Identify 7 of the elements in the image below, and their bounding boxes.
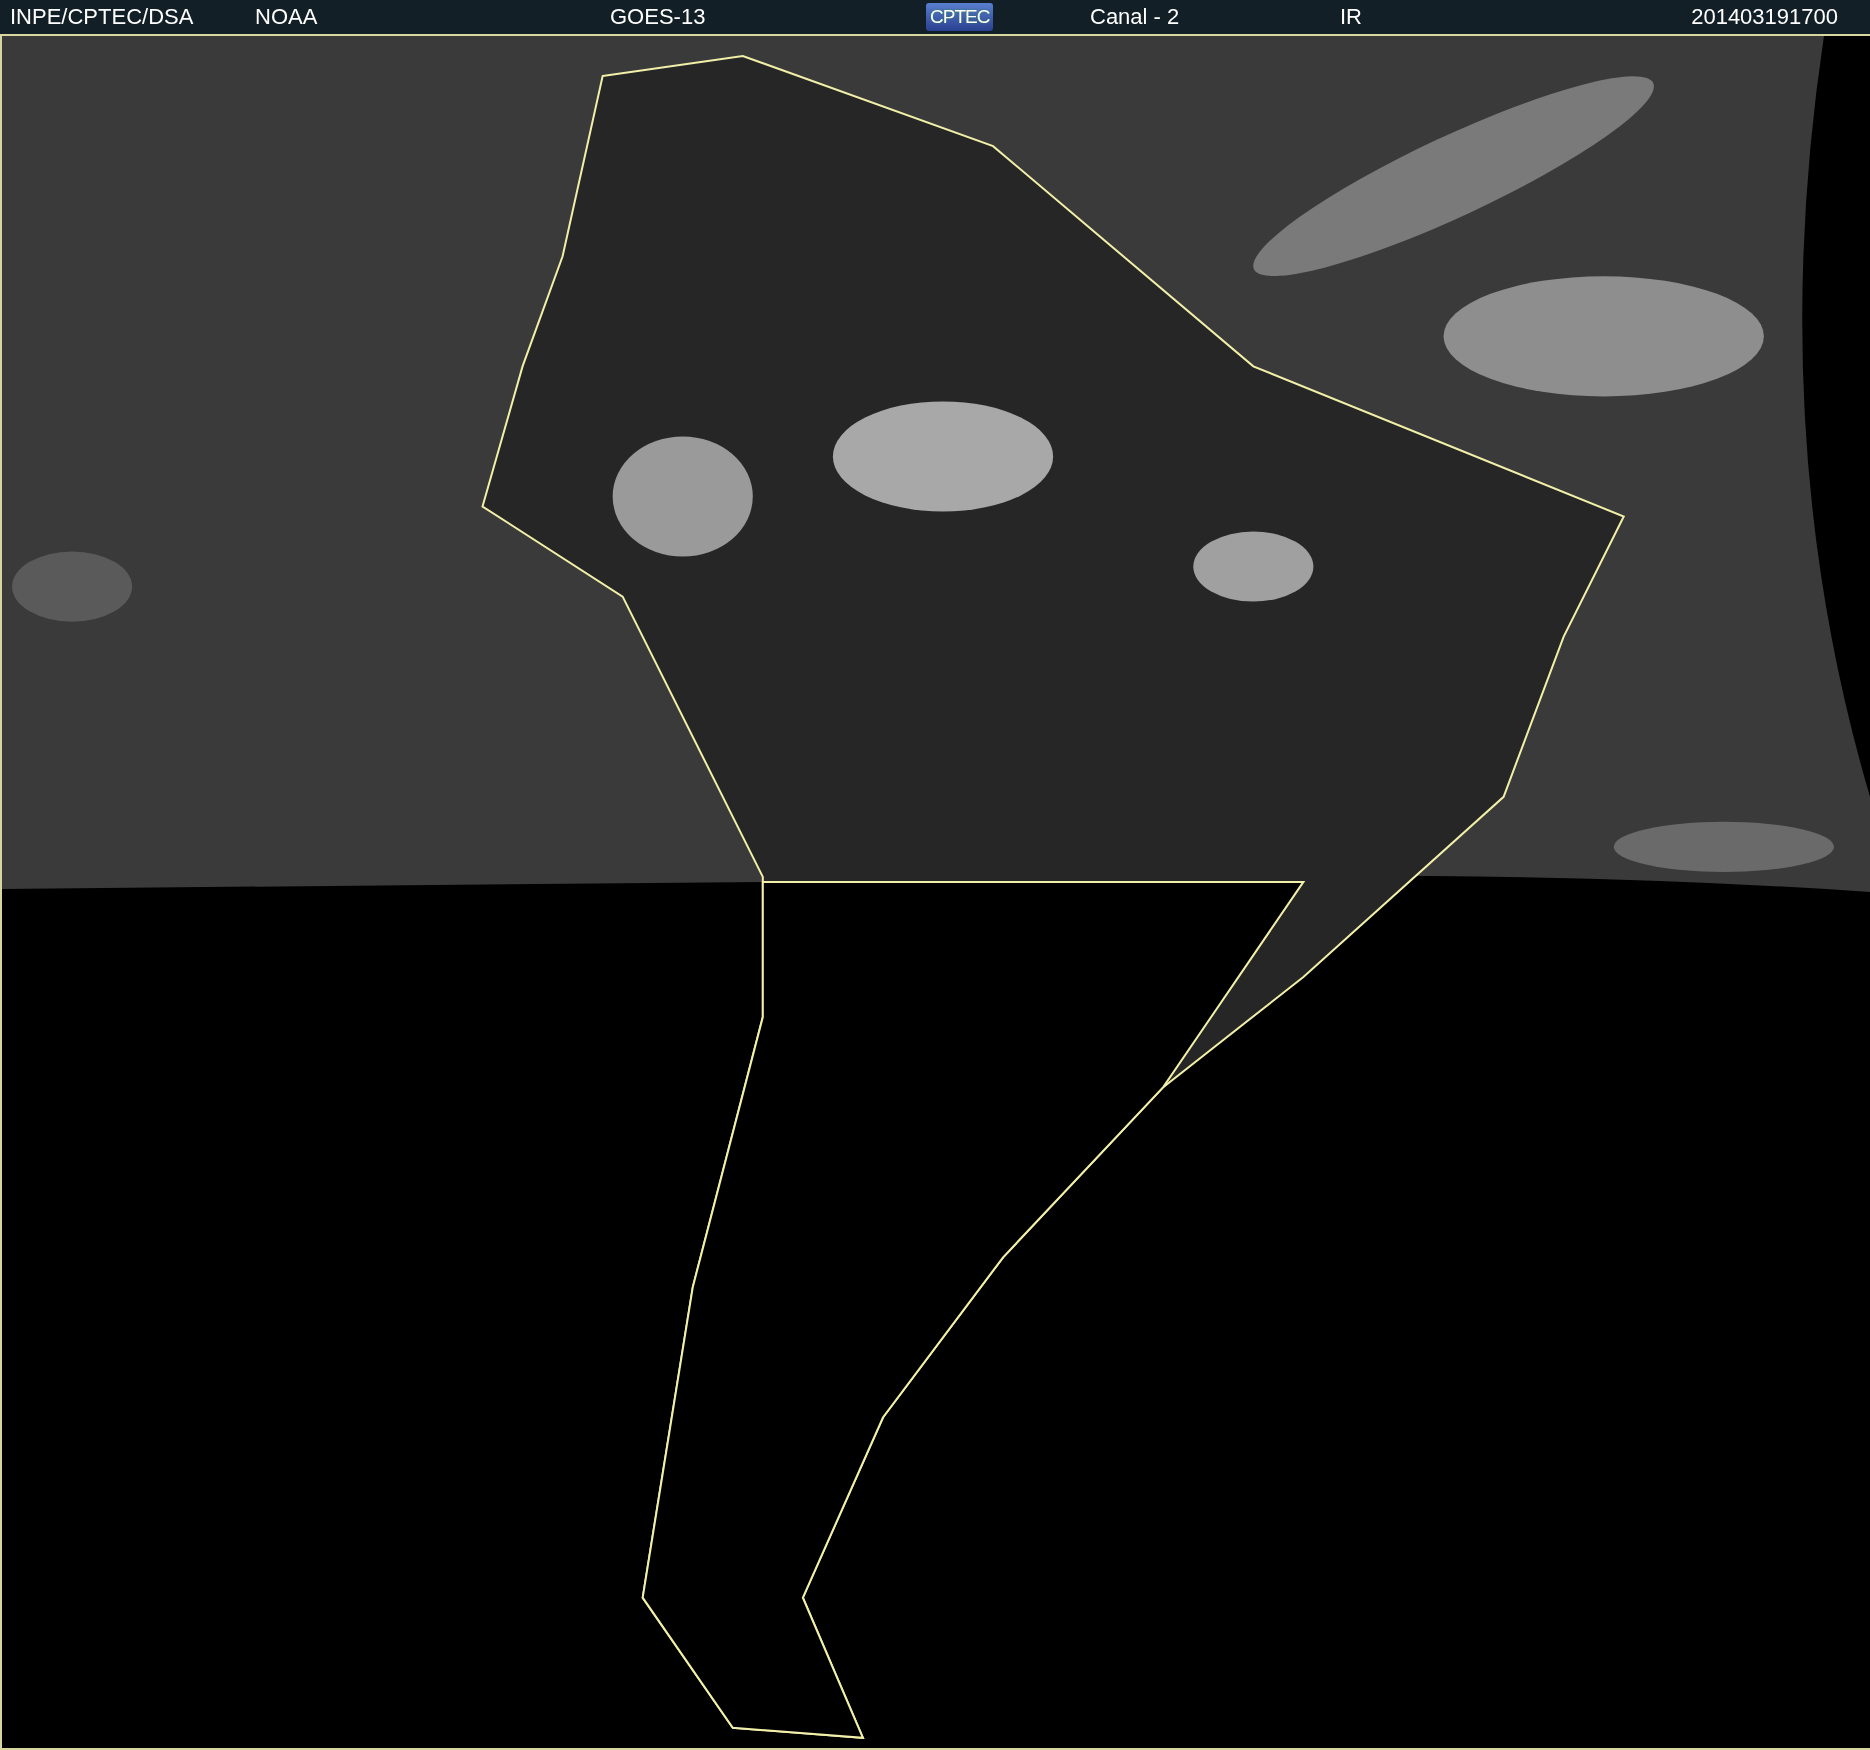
header-label: NOAA	[255, 4, 318, 31]
header-label: Canal - 2	[1090, 4, 1180, 31]
logo: CPTEC	[926, 3, 994, 32]
header-label: INPE/CPTEC/DSA	[10, 4, 194, 31]
header-label: IR	[1340, 4, 1362, 31]
header-label: 201403191700	[1691, 4, 1838, 31]
header-label: GOES-13	[610, 4, 706, 31]
